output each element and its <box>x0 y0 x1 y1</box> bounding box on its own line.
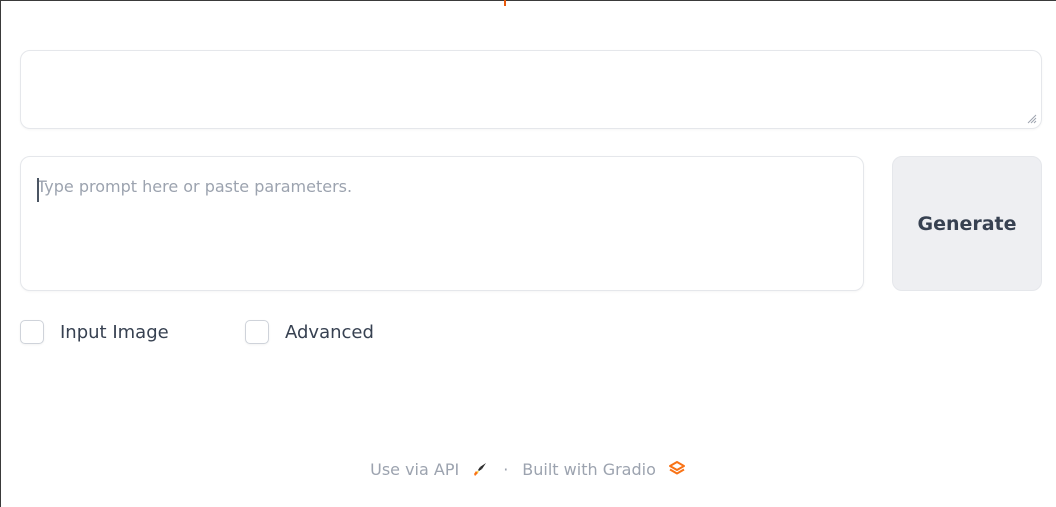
output-textbox[interactable] <box>20 50 1042 129</box>
advanced-label: Advanced <box>285 321 374 343</box>
use-via-api-link[interactable]: Use via API <box>370 460 459 479</box>
prompt-input[interactable] <box>21 157 863 290</box>
gradio-logo-icon <box>668 460 686 478</box>
generate-button[interactable]: Generate <box>892 156 1042 291</box>
prompt-container <box>20 156 864 291</box>
footer-separator: · <box>503 459 509 479</box>
advanced-checkbox-box[interactable] <box>245 320 269 344</box>
footer: Use via API · Built with Gradio <box>0 454 1056 484</box>
built-with-gradio-link[interactable]: Built with Gradio <box>522 460 656 479</box>
resize-handle-icon[interactable] <box>1026 113 1037 124</box>
input-image-checkbox-box[interactable] <box>20 320 44 344</box>
text-caret <box>37 178 39 202</box>
rocket-icon[interactable] <box>471 460 489 478</box>
input-image-label: Input Image <box>60 321 169 343</box>
advanced-checkbox[interactable]: Advanced <box>245 320 374 344</box>
progress-indicator <box>504 0 506 6</box>
built-with-gradio-label: Built with Gradio <box>522 459 656 479</box>
use-via-api-label: Use via API <box>370 459 460 479</box>
input-image-checkbox[interactable]: Input Image <box>20 320 169 344</box>
